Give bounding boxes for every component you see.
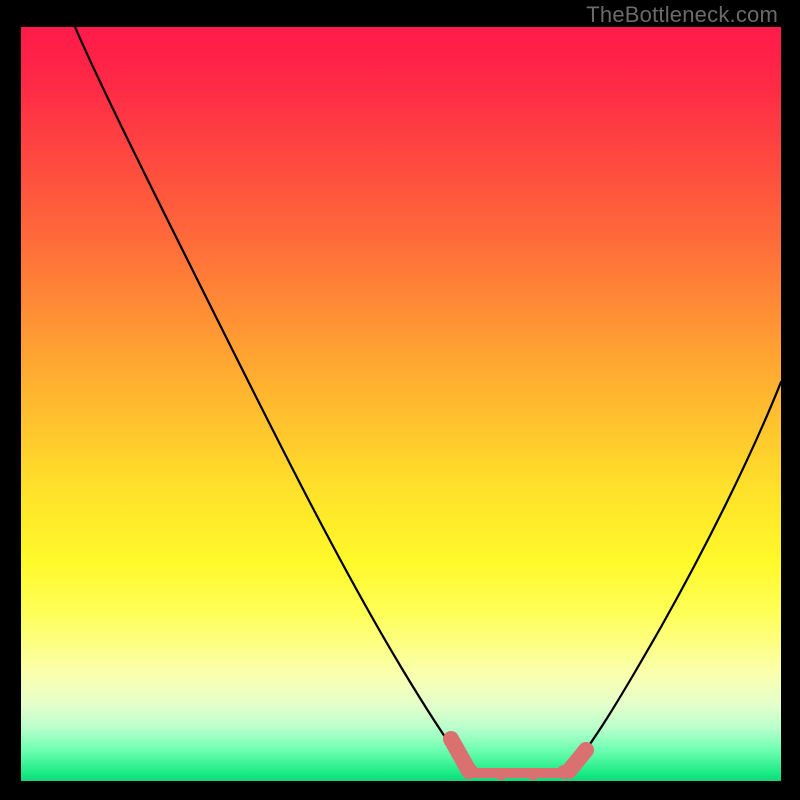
highlight-dot-1 — [464, 764, 478, 778]
attribution-label: TheBottleneck.com — [586, 2, 778, 28]
highlight-dot-2 — [495, 768, 507, 780]
curve-right-branch — [569, 382, 781, 771]
chart-frame: TheBottleneck.com — [0, 0, 800, 800]
plot-area — [21, 27, 781, 781]
highlight-right-cap — [569, 750, 586, 771]
highlight-dot-3 — [527, 768, 539, 780]
curve-left-branch — [75, 27, 469, 771]
highlight-dot-4 — [557, 765, 571, 779]
curve-svg — [21, 27, 781, 781]
